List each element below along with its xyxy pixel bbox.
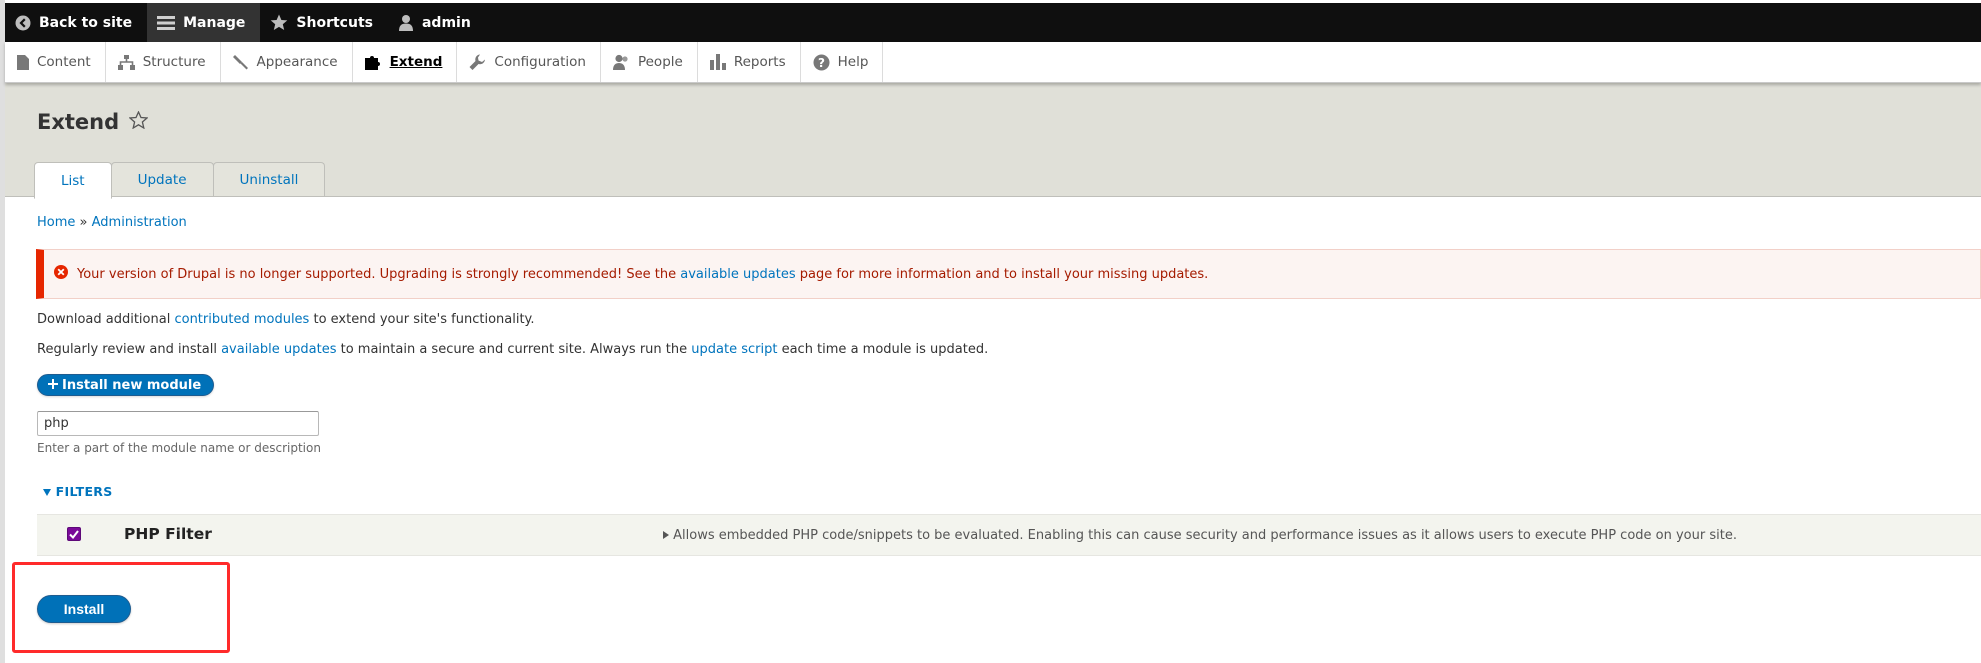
module-description[interactable]: Allows embedded PHP code/snippets to be …: [663, 528, 1737, 543]
puzzle-icon: [364, 54, 382, 70]
paintbrush-icon: [232, 54, 249, 70]
primary-tabs: List Update Uninstall: [34, 162, 326, 199]
module-filter-description: Enter a part of the module name or descr…: [37, 441, 321, 455]
page-title: Extend: [37, 110, 149, 134]
tray-label-reports: Reports: [733, 54, 786, 70]
tray-item-configuration[interactable]: Configuration: [457, 42, 601, 82]
module-name[interactable]: PHP Filter: [124, 525, 212, 543]
install-new-module-label: Install new module: [62, 377, 202, 393]
user-label: admin: [421, 14, 471, 31]
star-outline-icon[interactable]: [128, 110, 149, 134]
tray-item-appearance[interactable]: Appearance: [221, 42, 353, 82]
tab-uninstall[interactable]: Uninstall: [212, 162, 326, 196]
file-icon: [17, 54, 29, 70]
available-updates-link[interactable]: available updates: [680, 267, 795, 282]
user-menu[interactable]: admin: [388, 3, 486, 42]
breadcrumb-home[interactable]: Home: [37, 215, 75, 230]
update-script-link[interactable]: update script: [691, 342, 777, 357]
error-text: Your version of Drupal is no longer supp…: [77, 267, 1208, 282]
back-to-site-link[interactable]: Back to site: [5, 3, 147, 42]
tray-label-structure: Structure: [142, 54, 206, 70]
filters-toggle[interactable]: FILTERS: [43, 484, 113, 499]
tray-item-content[interactable]: Content: [5, 42, 106, 82]
tray-label-content: Content: [37, 54, 91, 70]
hamburger-icon: [157, 15, 176, 31]
plus-icon: [48, 378, 58, 393]
admin-menu-tray: Content Structure Appearance Extend Conf…: [5, 42, 1981, 83]
intro-download-before: Download additional: [37, 312, 171, 327]
tab-list[interactable]: List: [34, 162, 112, 199]
tray-item-extend[interactable]: Extend: [353, 42, 458, 82]
filters-label: FILTERS: [55, 484, 113, 499]
module-row-php-filter: PHP Filter Allows embedded PHP code/snip…: [37, 514, 1981, 556]
breadcrumb: Home » Administration: [37, 215, 187, 230]
tray-item-reports[interactable]: Reports: [698, 42, 801, 82]
triangle-down-icon: [43, 484, 56, 499]
intro-updates-after: each time a module is updated.: [781, 342, 989, 357]
star-icon: [270, 14, 288, 31]
tray-label-help: Help: [837, 54, 869, 70]
module-enable-checkbox[interactable]: [67, 527, 81, 541]
module-description-text: Allows embedded PHP code/snippets to be …: [673, 528, 1737, 543]
error-message: Your version of Drupal is no longer supp…: [36, 249, 1981, 299]
tray-label-people: People: [637, 54, 683, 70]
tray-item-people[interactable]: People: [601, 42, 698, 82]
intro-updates-before: Regularly review and install: [37, 342, 217, 357]
intro-updates-middle: to maintain a secure and current site. A…: [340, 342, 688, 357]
bar-chart-icon: [709, 54, 726, 70]
people-icon: [612, 54, 630, 70]
breadcrumb-separator: »: [79, 215, 88, 230]
page-header: Extend List Update Uninstall: [5, 83, 1981, 199]
breadcrumb-administration[interactable]: Administration: [92, 215, 187, 230]
back-to-site-label: Back to site: [39, 14, 133, 31]
shortcuts-label: Shortcuts: [296, 14, 373, 31]
install-button[interactable]: Install: [37, 595, 131, 623]
intro-download-after: to extend your site's functionality.: [313, 312, 535, 327]
tab-update[interactable]: Update: [110, 162, 214, 196]
sitemap-icon: [117, 54, 135, 70]
person-icon: [398, 14, 414, 31]
intro-download: Download additional contributed modules …: [37, 312, 535, 327]
manage-label: Manage: [183, 14, 246, 31]
shortcuts-menu[interactable]: Shortcuts: [260, 3, 388, 42]
chevron-left-circle-icon: [15, 15, 31, 31]
manage-menu[interactable]: Manage: [147, 3, 261, 42]
svg-text:?: ?: [818, 55, 825, 69]
intro-updates: Regularly review and install available u…: [37, 342, 988, 357]
error-text-after: page for more information and to install…: [799, 266, 1209, 282]
install-new-module-button[interactable]: Install new module: [37, 374, 215, 396]
wrench-icon: [469, 54, 486, 71]
triangle-right-icon: [663, 528, 673, 543]
tray-label-extend: Extend: [389, 54, 443, 70]
error-icon: [54, 265, 68, 283]
error-text-before: Your version of Drupal is no longer supp…: [77, 266, 677, 282]
tray-item-structure[interactable]: Structure: [106, 42, 221, 82]
contributed-modules-link[interactable]: contributed modules: [174, 312, 309, 327]
tray-label-configuration: Configuration: [494, 54, 586, 70]
tray-label-appearance: Appearance: [256, 54, 338, 70]
admin-toolbar: Back to site Manage Shortcuts admin: [5, 3, 1981, 42]
page-title-text: Extend: [37, 110, 120, 134]
available-updates-link-2[interactable]: available updates: [221, 342, 336, 357]
module-filter-input[interactable]: [37, 411, 319, 436]
question-circle-icon: ?: [813, 54, 830, 71]
tray-item-help[interactable]: ? Help: [801, 42, 884, 82]
